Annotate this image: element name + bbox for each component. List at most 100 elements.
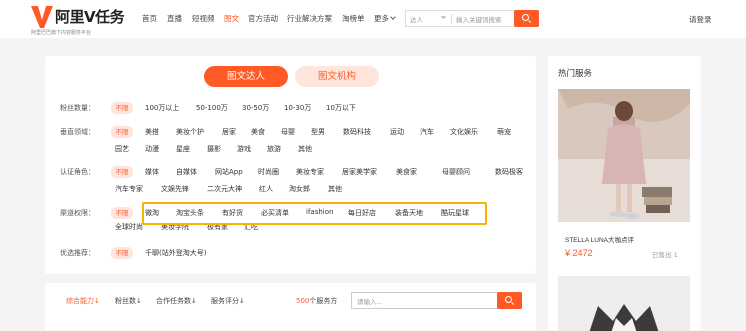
search-type-select[interactable]: 达人: [410, 14, 423, 24]
filter-option[interactable]: 其他: [298, 144, 312, 154]
nav-short-video[interactable]: 短视频: [192, 13, 215, 24]
nav-official-events[interactable]: 官方活动: [248, 13, 278, 24]
nav-more[interactable]: 更多: [374, 13, 396, 24]
nav-more-label: 更多: [374, 14, 389, 23]
filter-option[interactable]: 文娱先锋: [161, 184, 189, 194]
login-link[interactable]: 请登录: [689, 14, 712, 25]
filter-option[interactable]: 红人: [259, 184, 273, 194]
filter-option[interactable]: 星座: [176, 144, 190, 154]
filter-option[interactable]: 摄影: [207, 144, 221, 154]
hot-services-panel: 热门服务 STELLA LUNA大咖点评 ¥ 2472 已售出 1: [548, 56, 701, 331]
filter-unlimited[interactable]: 不限: [111, 247, 133, 259]
filter-option[interactable]: 其他: [328, 184, 342, 194]
filter-unlimited[interactable]: 不限: [111, 166, 133, 178]
filter-option[interactable]: 每日好店: [348, 208, 376, 218]
fashion-photo: [558, 89, 690, 222]
sort-fans[interactable]: 粉丝数↓: [115, 296, 142, 306]
filter-option[interactable]: 酷玩星球: [441, 208, 469, 218]
filter-option[interactable]: 型男: [311, 127, 325, 137]
arrow-down-icon: ↓: [191, 297, 197, 305]
sort-tasks[interactable]: 合作任务数↓: [156, 296, 197, 306]
site-logo[interactable]: 阿里V任务 阿里巴巴旗下内容服务平台: [31, 6, 131, 36]
filter-option[interactable]: 30-50万: [242, 103, 269, 113]
filter-unlimited[interactable]: 不限: [111, 102, 133, 114]
hot-services-title: 热门服务: [558, 69, 593, 79]
service-image-2[interactable]: [558, 276, 690, 331]
arrow-down-icon: ↓: [136, 297, 142, 305]
logo-text: 阿里V任务: [55, 8, 125, 26]
filter-option[interactable]: 微淘: [145, 208, 159, 218]
filter-option[interactable]: 二次元大神: [207, 184, 242, 194]
filter-option[interactable]: 数码科技: [343, 127, 371, 137]
filter-option[interactable]: 母婴顾问: [442, 167, 470, 177]
filter-option[interactable]: 居家: [222, 127, 236, 137]
sort-overall[interactable]: 综合能力↓: [66, 296, 100, 306]
nav-graphic[interactable]: 图文: [224, 13, 239, 24]
filter-option[interactable]: 千聊(站外登淘大号): [145, 248, 206, 258]
sort-bar: 综合能力↓ 粉丝数↓ 合作任务数↓ 服务评分↓ 500个服务方 请输入...: [45, 283, 536, 331]
v-logo-icon: [31, 6, 53, 28]
filter-option[interactable]: 100万以上: [145, 103, 179, 113]
service-name[interactable]: STELLA LUNA大咖点评: [565, 234, 634, 244]
nav-tao-list[interactable]: 淘榜单: [342, 13, 365, 24]
filter-option[interactable]: 园艺: [115, 144, 129, 154]
filter-option[interactable]: 媒体: [145, 167, 159, 177]
filter-option[interactable]: 游戏: [237, 144, 251, 154]
filter-unlimited[interactable]: 不限: [111, 207, 133, 219]
filter-option[interactable]: 运动: [390, 127, 404, 137]
filter-option[interactable]: 极有家: [207, 222, 228, 232]
filter-option[interactable]: 美食: [251, 127, 265, 137]
filter-option[interactable]: 美搭: [145, 127, 159, 137]
search-divider: [451, 14, 452, 24]
top-search-button[interactable]: [514, 10, 539, 27]
list-search-input[interactable]: 请输入...: [357, 296, 382, 306]
filter-option[interactable]: 时尚圈: [258, 167, 279, 177]
filter-option[interactable]: 萌宠: [497, 127, 511, 137]
nav-home[interactable]: 首页: [142, 13, 157, 24]
filter-option[interactable]: 汇吃: [244, 222, 258, 232]
tab-graphic-talent[interactable]: 图文达人: [204, 66, 288, 87]
filter-option[interactable]: 淘女郎: [289, 184, 310, 194]
search-icon: [505, 296, 512, 303]
filter-panel: 图文达人 图文机构 粉丝数量： 不限 100万以上 50-100万 30-50万…: [45, 56, 536, 274]
filter-option[interactable]: 必买清单: [261, 208, 289, 218]
filter-option[interactable]: 美妆专家: [296, 167, 324, 177]
filter-option[interactable]: 汽车: [420, 127, 434, 137]
filter-option[interactable]: 自媒体: [176, 167, 197, 177]
top-header: 阿里V任务 阿里巴巴旗下内容服务平台 首页 直播 短视频 图文 官方活动 行业解…: [0, 0, 746, 38]
top-search-input[interactable]: 输入关键词搜索: [456, 14, 502, 24]
filter-option[interactable]: 装备天地: [395, 208, 423, 218]
filter-option[interactable]: 全球时尚: [115, 222, 143, 232]
filter-label: 优选推荐：: [60, 249, 95, 257]
sort-rating[interactable]: 服务评分↓: [211, 296, 245, 306]
filter-unlimited[interactable]: 不限: [111, 126, 133, 138]
filter-option[interactable]: ifashion: [306, 208, 333, 216]
filter-option[interactable]: 10万以下: [326, 103, 356, 113]
nav-live[interactable]: 直播: [167, 13, 182, 24]
service-image[interactable]: [558, 89, 690, 222]
dog-photo: [558, 276, 690, 331]
filter-option[interactable]: 网站App: [215, 167, 243, 177]
tab-graphic-agency[interactable]: 图文机构: [295, 66, 379, 87]
filter-option[interactable]: 美食家: [396, 167, 417, 177]
filter-option[interactable]: 数码极客: [495, 167, 523, 177]
filter-option[interactable]: 文化娱乐: [450, 127, 478, 137]
filter-option[interactable]: 汽车专家: [115, 184, 143, 194]
filter-option[interactable]: 母婴: [281, 127, 295, 137]
filter-option[interactable]: 美妆学院: [161, 222, 189, 232]
list-search-button[interactable]: [497, 292, 522, 309]
filter-option[interactable]: 淘宝头条: [176, 208, 204, 218]
filter-option[interactable]: 10-30万: [284, 103, 311, 113]
filter-option[interactable]: 美妆个护: [176, 127, 204, 137]
result-count: 500个服务方: [296, 296, 337, 306]
filter-option[interactable]: 有好货: [222, 208, 243, 218]
filter-option[interactable]: 旅游: [267, 144, 281, 154]
sort-label: 服务评分: [211, 297, 239, 305]
filter-option[interactable]: 居家美学家: [342, 167, 377, 177]
top-search-box: 达人 输入关键词搜索: [405, 10, 539, 27]
nav-industry-solutions[interactable]: 行业解决方案: [287, 13, 332, 24]
filter-label: 粉丝数量：: [60, 104, 95, 112]
filter-option[interactable]: 50-100万: [196, 103, 228, 113]
sort-label: 合作任务数: [156, 297, 191, 305]
filter-option[interactable]: 动漫: [145, 144, 159, 154]
